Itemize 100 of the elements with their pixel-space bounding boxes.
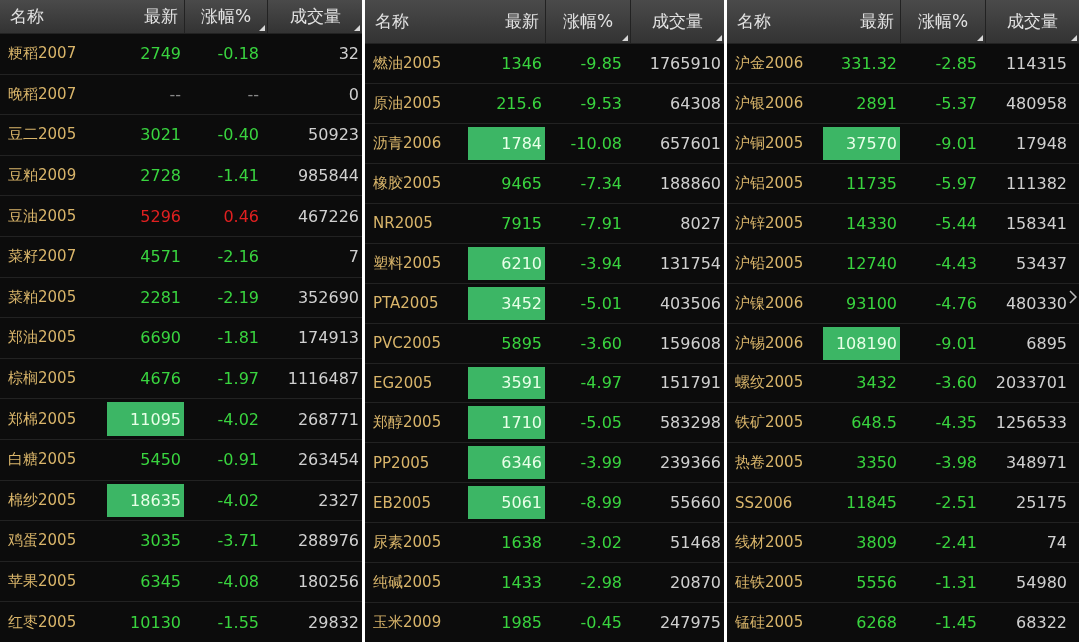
column-header[interactable]: 最新 bbox=[465, 0, 545, 43]
price-value: 10130 bbox=[129, 611, 182, 634]
change-value: -9.85 bbox=[579, 52, 623, 75]
price-value: 18635 bbox=[107, 483, 184, 518]
price-value: 2749 bbox=[139, 43, 182, 66]
contract-name: 锰硅2005 bbox=[734, 612, 805, 634]
volume-value: 32 bbox=[337, 43, 360, 66]
contract-name: 沪金2006 bbox=[734, 52, 805, 74]
price-value: 1433 bbox=[500, 572, 543, 595]
volume-value: 188860 bbox=[658, 172, 722, 195]
change-value: -1.41 bbox=[216, 165, 260, 188]
price-value: 2891 bbox=[855, 92, 898, 115]
volume-value: 159608 bbox=[658, 332, 722, 355]
change-value: -3.94 bbox=[579, 252, 623, 275]
change-value: -4.43 bbox=[934, 252, 978, 275]
price-value: 108190 bbox=[823, 326, 900, 360]
price-value: 6690 bbox=[139, 327, 182, 350]
column-header[interactable]: 涨幅% bbox=[900, 0, 985, 43]
change-value: -1.31 bbox=[934, 572, 978, 595]
column-header[interactable]: 涨幅% bbox=[184, 0, 267, 33]
contract-name: 沥青2006 bbox=[372, 132, 443, 154]
change-value: -3.98 bbox=[934, 452, 978, 475]
column-header[interactable]: 最新 bbox=[822, 0, 900, 43]
change-value: -7.34 bbox=[579, 172, 623, 195]
contract-name: 豆油2005 bbox=[7, 205, 78, 227]
price-value: 5556 bbox=[855, 572, 898, 595]
change-value: -2.51 bbox=[934, 492, 978, 515]
contract-name: SS2006 bbox=[734, 492, 794, 514]
change-value: -2.41 bbox=[934, 532, 978, 555]
contract-name: NR2005 bbox=[372, 213, 434, 235]
volume-value: 158341 bbox=[1004, 212, 1067, 235]
volume-value: 29832 bbox=[307, 611, 360, 634]
sort-icon bbox=[716, 35, 722, 41]
contract-name: 鸡蛋2005 bbox=[7, 530, 78, 552]
volume-value: 25175 bbox=[1015, 492, 1067, 515]
price-value: 1638 bbox=[500, 532, 543, 555]
contract-name: 燃油2005 bbox=[372, 52, 443, 74]
price-value: 9465 bbox=[500, 172, 543, 195]
change-value: -2.85 bbox=[934, 52, 978, 75]
contract-name: 沪铅2005 bbox=[734, 252, 805, 274]
column-header[interactable]: 成交量 bbox=[267, 0, 362, 33]
price-value: 5296 bbox=[139, 205, 182, 228]
contract-name: PTA2005 bbox=[372, 293, 440, 315]
volume-value: 268771 bbox=[296, 408, 360, 431]
volume-value: 131754 bbox=[658, 252, 722, 275]
price-value: 12740 bbox=[845, 252, 898, 275]
price-value: 4571 bbox=[139, 246, 182, 269]
change-value: -3.02 bbox=[579, 532, 623, 555]
column-header[interactable]: 名称 bbox=[727, 0, 822, 43]
volume-value: 17948 bbox=[1015, 132, 1067, 155]
contract-name: 郑醇2005 bbox=[372, 412, 443, 434]
sort-icon bbox=[259, 25, 265, 31]
volume-value: 55660 bbox=[669, 492, 722, 515]
contract-name: 沪铜2005 bbox=[734, 132, 805, 154]
change-value: -0.45 bbox=[579, 612, 623, 635]
volume-value: 151791 bbox=[658, 372, 722, 395]
change-value: -0.18 bbox=[216, 43, 260, 66]
contract-name: 棉纱2005 bbox=[7, 489, 78, 511]
price-value: 11735 bbox=[845, 172, 898, 195]
volume-value: 64308 bbox=[669, 92, 722, 115]
change-value: -3.99 bbox=[579, 452, 623, 475]
volume-value: 7 bbox=[347, 246, 360, 269]
contract-name: 沪镍2006 bbox=[734, 292, 805, 314]
change-value: -2.98 bbox=[579, 572, 623, 595]
volume-value: 480330 bbox=[1004, 292, 1067, 315]
change-value: -3.60 bbox=[934, 372, 978, 395]
price-value: 7915 bbox=[500, 212, 543, 235]
price-value: 93100 bbox=[845, 292, 898, 315]
contract-name: EG2005 bbox=[372, 372, 434, 394]
contract-name: 硅铁2005 bbox=[734, 572, 805, 594]
volume-value: 657601 bbox=[658, 132, 722, 155]
contract-name: 沪锌2005 bbox=[734, 212, 805, 234]
sort-icon bbox=[977, 35, 983, 41]
change-value: -2.19 bbox=[216, 286, 260, 309]
volume-value: 114315 bbox=[1004, 52, 1067, 75]
volume-value: 352690 bbox=[296, 286, 360, 309]
chevron-icon[interactable] bbox=[1069, 290, 1077, 304]
price-value: 3432 bbox=[855, 372, 898, 395]
column-header[interactable]: 涨幅% bbox=[545, 0, 630, 43]
column-header[interactable]: 名称 bbox=[365, 0, 465, 43]
column-header[interactable]: 成交量 bbox=[985, 0, 1079, 43]
change-value: -0.40 bbox=[216, 124, 260, 147]
price-value: 37570 bbox=[823, 126, 900, 160]
column-header[interactable]: 名称 bbox=[0, 0, 100, 33]
change-value: 0.46 bbox=[222, 205, 260, 228]
contract-name: 铁矿2005 bbox=[734, 412, 805, 434]
change-value: -5.37 bbox=[934, 92, 978, 115]
change-value: -1.45 bbox=[934, 612, 978, 635]
volume-value: 20870 bbox=[669, 572, 722, 595]
volume-value: 1116487 bbox=[286, 368, 360, 391]
contract-name: 郑棉2005 bbox=[7, 408, 78, 430]
column-header[interactable]: 成交量 bbox=[630, 0, 724, 43]
price-value: 215.6 bbox=[495, 92, 543, 115]
change-value: -1.55 bbox=[216, 611, 260, 634]
sort-icon bbox=[354, 25, 360, 31]
price-value: 3591 bbox=[468, 366, 545, 400]
change-value: -3.71 bbox=[216, 530, 260, 553]
volume-value: 51468 bbox=[669, 532, 722, 555]
contract-name: 红枣2005 bbox=[7, 611, 78, 633]
column-header[interactable]: 最新 bbox=[100, 0, 184, 33]
